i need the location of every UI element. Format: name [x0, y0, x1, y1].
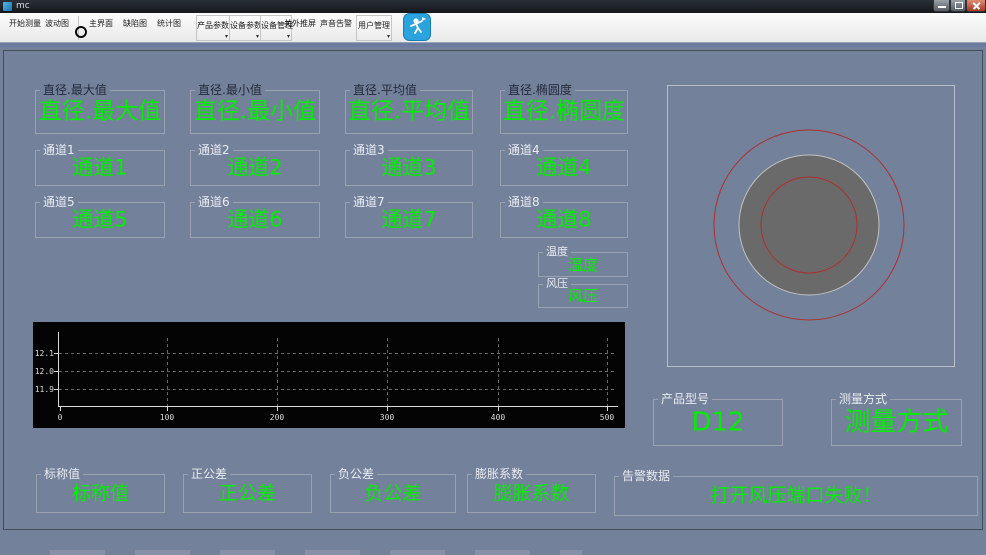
- channel-value: 通道8: [536, 207, 592, 232]
- metric-box-diameter-ovality: 直径.椭圆度 直径.椭圆度: [500, 83, 628, 134]
- metric-value: 直径.最大值: [38, 98, 162, 125]
- channel-value: 通道4: [536, 155, 592, 180]
- toolbar-button-device-params[interactable]: 设备参数 ▾: [229, 15, 262, 41]
- channel-value: 通道6: [227, 207, 283, 232]
- x-tick-label: 300: [380, 413, 395, 422]
- channel-value: 通道2: [227, 155, 283, 180]
- toolbar-button-label: 产品参数: [197, 21, 229, 30]
- param-label: 负公差: [335, 467, 378, 481]
- air-pressure-value: 风压: [567, 286, 598, 305]
- product-disk: [738, 154, 880, 296]
- channel-box-7: 通道7 通道7: [345, 195, 473, 238]
- positive-tolerance-box: 正公差 正公差: [183, 467, 312, 513]
- y-tick-label: 11.9: [35, 385, 54, 394]
- channel-box-3: 通道3 通道3: [345, 143, 473, 186]
- clipped-bottom-content: [50, 550, 582, 555]
- dropdown-arrow-icon: ▾: [386, 33, 390, 40]
- y-tick-label: 12.0: [35, 367, 54, 376]
- param-value: 膨胀系数: [493, 482, 570, 505]
- param-label: 正公差: [188, 467, 231, 481]
- cross-section-panel: [667, 85, 955, 367]
- dropdown-arrow-icon: ▾: [224, 33, 228, 40]
- x-tick-label: 100: [160, 413, 175, 422]
- toolbar-button-label: 设备参数: [230, 21, 262, 30]
- maximize-icon: [955, 2, 963, 9]
- alarm-data-box: 告警数据 打开风压端口失败！: [614, 469, 978, 516]
- expansion-coefficient-box: 膨胀系数 膨胀系数: [467, 467, 596, 513]
- channel-value: 通道1: [72, 155, 128, 180]
- alarm-message: 打开风压端口失败！: [710, 484, 882, 507]
- y-tick-label: 12.1: [35, 349, 54, 358]
- toolbar-button-product-params[interactable]: 产品参数 ▾: [196, 15, 230, 41]
- minimize-button[interactable]: [933, 0, 950, 12]
- x-tick-label: 0: [58, 413, 63, 422]
- minimize-icon: [938, 6, 946, 8]
- toolbar-accent-strip: [0, 43, 986, 47]
- metric-value: 直径.平均值: [347, 98, 471, 125]
- app-window: mc 开始测量 波动图 主界面 缺陷图 统计图 产品参数 ▾ 设备参数 ▾ 设备…: [0, 0, 986, 555]
- param-label: 标称值: [41, 467, 84, 481]
- product-model-label: 产品型号: [658, 392, 713, 406]
- person-flag-icon[interactable]: [403, 13, 431, 41]
- nominal-value-box: 标称值 标称值: [36, 467, 165, 513]
- metric-box-diameter-min: 直径.最小值 直径.最小值: [190, 83, 320, 134]
- alarm-label: 告警数据: [619, 469, 674, 483]
- measure-mode-label: 测量方式: [836, 392, 891, 406]
- metric-label: 直径.最大值: [40, 83, 110, 97]
- cross-section-display: [713, 129, 905, 321]
- channel-value: 通道7: [381, 207, 437, 232]
- metric-label: 直径.椭圆度: [505, 83, 575, 97]
- metric-value: 直径.最小值: [193, 98, 317, 125]
- metric-label: 直径.平均值: [350, 83, 420, 97]
- toolbar-button-main-screen[interactable]: 主界面: [88, 18, 114, 36]
- metric-box-diameter-avg: 直径.平均值 直径.平均值: [345, 83, 473, 134]
- window-title: mc: [16, 1, 30, 11]
- toolbar: 开始测量 波动图 主界面 缺陷图 统计图 产品参数 ▾ 设备参数 ▾ 设备管理 …: [0, 13, 986, 43]
- product-model-box: 产品型号 D12: [653, 392, 783, 446]
- temperature-value: 温度: [567, 255, 598, 274]
- x-tick-label: 400: [491, 413, 506, 422]
- app-icon: [3, 2, 12, 11]
- product-model-value: D12: [691, 407, 745, 438]
- channel-box-5: 通道5 通道5: [35, 195, 165, 238]
- toolbar-button-stats-chart[interactable]: 统计图: [156, 18, 182, 36]
- main-screen-active-indicator: [75, 26, 87, 38]
- x-tick-label: 500: [600, 413, 615, 422]
- toolbar-button-defect-chart[interactable]: 缺陷图: [122, 18, 148, 36]
- title-bar[interactable]: mc: [0, 0, 986, 13]
- air-pressure-box: 风压 风压: [538, 277, 628, 308]
- channel-value: 通道3: [381, 155, 437, 180]
- channel-value: 通道5: [72, 207, 128, 232]
- channel-box-6: 通道6 通道6: [190, 195, 320, 238]
- toolbar-button-external-screen[interactable]: 关外推屏: [283, 18, 317, 36]
- param-value: 正公差: [218, 482, 276, 505]
- toolbar-button-sound-alarm[interactable]: 声音告警: [319, 18, 353, 36]
- negative-tolerance-box: 负公差 负公差: [330, 467, 456, 513]
- channel-box-8: 通道8 通道8: [500, 195, 628, 238]
- channel-box-1: 通道1 通道1: [35, 143, 165, 186]
- metric-value: 直径.椭圆度: [502, 98, 626, 125]
- param-label: 膨胀系数: [472, 467, 527, 481]
- toolbar-button-start-measure[interactable]: 开始测量: [8, 18, 42, 36]
- toolbar-button-user-management[interactable]: 用户管理 ▾: [356, 15, 392, 41]
- measure-mode-box: 测量方式 测量方式: [831, 392, 962, 446]
- dropdown-arrow-icon: ▾: [255, 33, 259, 40]
- close-button[interactable]: [966, 0, 986, 12]
- maximize-button[interactable]: [950, 0, 966, 12]
- metric-box-diameter-max: 直径.最大值 直径.最大值: [35, 83, 165, 134]
- channel-box-2: 通道2 通道2: [190, 143, 320, 186]
- measure-mode-value: 测量方式: [844, 407, 949, 438]
- toolbar-button-label: 用户管理: [358, 21, 390, 30]
- temperature-box: 温度 温度: [538, 245, 628, 277]
- metric-label: 直径.最小值: [195, 83, 265, 97]
- trend-chart: 12.1 12.0 11.9 0 100 200 300 400 500: [35, 332, 618, 422]
- toolbar-button-wave-chart[interactable]: 波动图: [44, 18, 70, 36]
- param-value: 标称值: [71, 482, 129, 505]
- x-tick-label: 200: [270, 413, 285, 422]
- param-value: 负公差: [364, 482, 422, 505]
- channel-box-4: 通道4 通道4: [500, 143, 628, 186]
- trend-chart-panel: 12.1 12.0 11.9 0 100 200 300 400 500: [33, 322, 625, 428]
